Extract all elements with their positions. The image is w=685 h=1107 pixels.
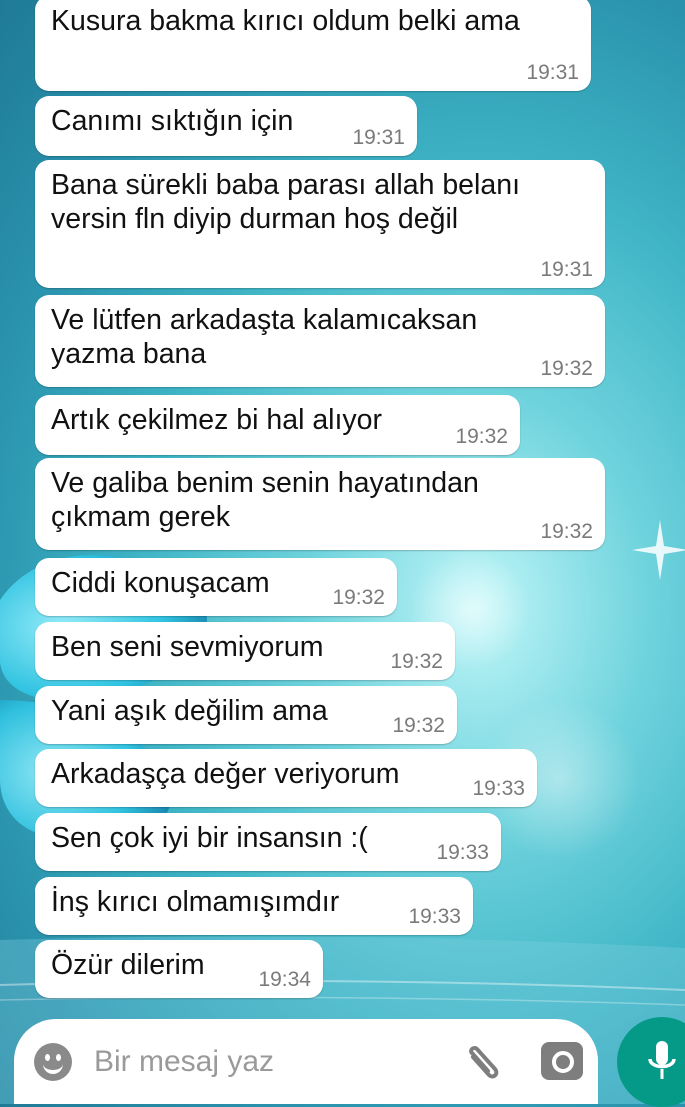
message-time: 19:33 [436,841,489,864]
message-time: 19:32 [540,357,593,380]
message-list[interactable]: Kusura bakma kırıcı oldum belki ama 19:3… [0,0,685,1010]
message-time: 19:34 [258,968,311,991]
camera-icon[interactable] [541,1042,583,1080]
message-text: Yani aşık değilim ama [51,695,328,727]
message-text: Ben seni sevmiyorum [51,631,324,663]
microphone-icon [648,1041,676,1079]
message-text: Arkadaşça değer veriyorum [51,758,400,790]
message-time: 19:32 [392,714,445,737]
message-time: 19:33 [408,905,461,928]
message-time: 19:32 [332,586,385,609]
message-text: Ve galiba benim senin hayatından çıkmam … [51,467,479,533]
message-input[interactable] [94,1041,424,1083]
paperclip-icon[interactable] [459,1041,505,1087]
message-text: Kusura bakma kırıcı oldum belki ama [51,5,520,37]
message-time: 19:32 [390,650,443,673]
microphone-button[interactable] [617,1017,685,1107]
message-text: Ve lütfen arkadaşta kalamıcaksan yazma b… [51,304,478,370]
message-time: 19:31 [526,61,579,84]
message-time: 19:31 [352,126,405,149]
message-bubble[interactable]: Ciddi konuşacam 19:32 [35,558,397,616]
message-bubble[interactable]: İnş kırıcı olmamışımdır 19:33 [35,877,473,935]
message-bubble[interactable]: Kusura bakma kırıcı oldum belki ama 19:3… [35,0,591,91]
message-text: İnş kırıcı olmamışımdır [51,886,340,918]
message-time: 19:32 [540,520,593,543]
message-bubble[interactable]: Sen çok iyi bir insansın :( 19:33 [35,813,501,871]
message-bubble[interactable]: Ben seni sevmiyorum 19:32 [35,622,455,680]
message-bubble[interactable]: Canımı sıktığın için 19:31 [35,96,417,156]
message-text: Sen çok iyi bir insansın :( [51,822,368,854]
smiley-icon[interactable] [34,1043,72,1081]
message-bubble[interactable]: Arkadaşça değer veriyorum 19:33 [35,749,537,807]
message-bubble[interactable]: Bana sürekli baba parası allah belanı ve… [35,160,605,288]
message-composer [14,1019,598,1104]
message-bubble[interactable]: Ve lütfen arkadaşta kalamıcaksan yazma b… [35,295,605,387]
message-text: Artık çekilmez bi hal alıyor [51,404,383,436]
message-bubble[interactable]: Ve galiba benim senin hayatından çıkmam … [35,458,605,550]
message-bubble[interactable]: Yani aşık değilim ama 19:32 [35,686,457,744]
message-text: Bana sürekli baba parası allah belanı ve… [51,169,520,235]
message-text: Canımı sıktığın için [51,105,294,137]
message-bubble[interactable]: Özür dilerim 19:34 [35,940,323,998]
message-bubble[interactable]: Artık çekilmez bi hal alıyor 19:32 [35,395,520,455]
message-time: 19:32 [455,425,508,448]
message-time: 19:31 [540,258,593,281]
message-time: 19:33 [472,777,525,800]
